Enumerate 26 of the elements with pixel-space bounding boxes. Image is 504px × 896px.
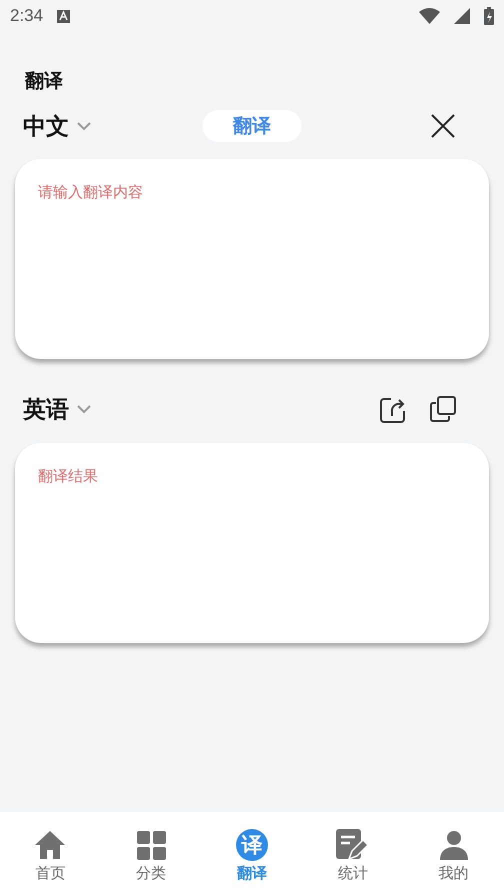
copy-icon[interactable] <box>430 396 456 422</box>
nav-tab[interactable]: 分类 <box>100 812 202 896</box>
home-icon <box>34 829 66 861</box>
grid-icon <box>136 830 166 860</box>
nav-tab[interactable]: 我的 <box>403 812 504 896</box>
edit-note-icon <box>336 829 370 861</box>
target-language-selector[interactable]: 英语 <box>23 394 91 424</box>
nav-tab[interactable]: 统计 <box>302 812 404 896</box>
source-language-selector[interactable]: 中文 <box>23 110 91 142</box>
nav-tab[interactable]: 首页 <box>0 812 101 896</box>
battery-icon <box>484 7 494 25</box>
translate-icon: 译 <box>236 829 268 861</box>
nav-tab[interactable]: 译 翻译 <box>202 812 302 896</box>
chevron-down-icon <box>77 122 91 130</box>
share-icon[interactable] <box>380 396 406 422</box>
output-field[interactable]: 翻译结果 <box>15 443 489 643</box>
person-icon <box>438 830 469 860</box>
wifi-icon <box>419 8 440 24</box>
close-icon[interactable] <box>430 113 456 139</box>
notification-icon <box>57 10 70 22</box>
status-time: 2:34 <box>10 6 44 26</box>
translate-button[interactable]: 翻译 <box>202 110 302 142</box>
input-field[interactable]: 请输入翻译内容 <box>15 159 489 359</box>
chevron-down-icon <box>77 404 91 414</box>
page-title: 翻译 <box>25 69 64 94</box>
signal-icon <box>454 8 470 24</box>
